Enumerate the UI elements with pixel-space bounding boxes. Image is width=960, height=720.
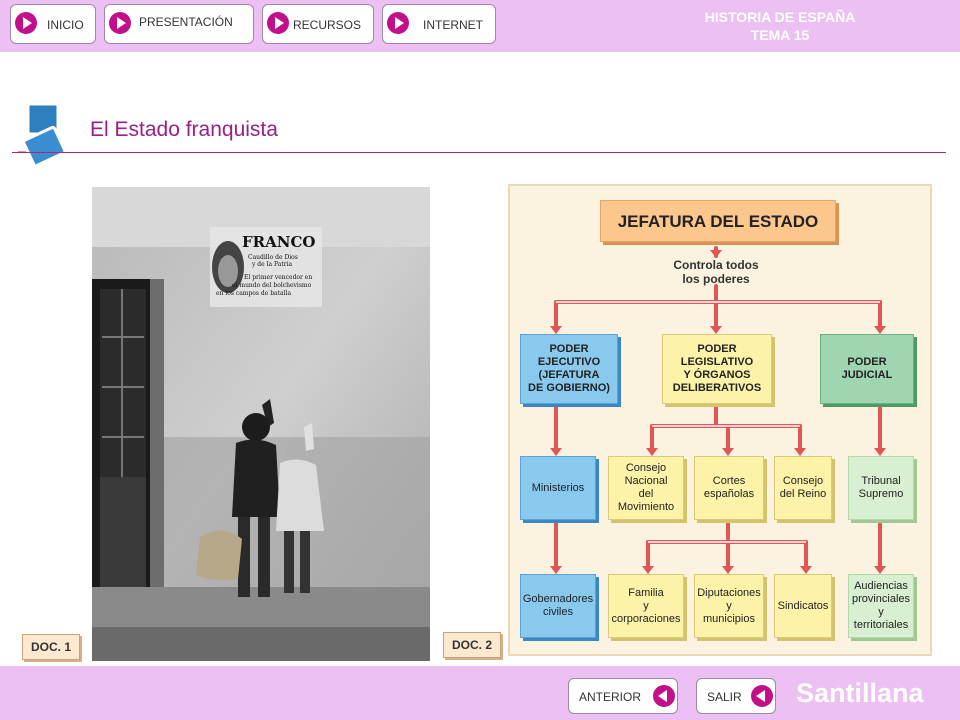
play-arrow-icon <box>109 12 131 34</box>
poster-text-line: en los campos de batalla <box>216 290 291 297</box>
box-label: PODER LEGISLATIVO Y ÓRGANOS DELIBERATIVO… <box>672 343 762 394</box>
prev-label: ANTERIOR <box>579 690 642 704</box>
poster-heading: FRANCO <box>242 233 315 251</box>
nav-button-inicio[interactable]: INICIO <box>10 4 96 44</box>
box-poder-judicial: PODER JUDICIAL <box>820 334 914 404</box>
box-label: Sindicatos <box>777 599 829 612</box>
box-label: Gobernadores civiles <box>522 593 594 618</box>
box-label: PODER JUDICIAL <box>841 356 893 381</box>
nav-button-presentacion[interactable]: PRESENTACIÓN <box>104 4 254 44</box>
box-consejo-reino: Consejo del Reino <box>774 456 832 520</box>
box-cortes: Cortes españolas <box>694 456 764 520</box>
title-divider <box>12 152 946 153</box>
nav-label: PRESENTACIÓN <box>139 15 233 29</box>
nav-label: RECURSOS <box>293 18 362 32</box>
exit-label: SALIR <box>707 690 742 704</box>
nav-label: INTERNET <box>423 18 483 32</box>
box-label: Ministerios <box>531 481 585 494</box>
nav-label: INICIO <box>47 18 84 32</box>
box-label: Consejo del Reino <box>779 475 827 500</box>
box-tribunal-supremo: Tribunal Supremo <box>848 456 914 520</box>
box-consejo-nacional: Consejo Nacional del Movimiento <box>608 456 684 520</box>
box-diputaciones: Diputaciones y municipios <box>694 574 764 638</box>
slide-title-icon <box>18 102 67 168</box>
doc-label-2: DOC. 2 <box>443 632 502 658</box>
publisher-logo: Santillana <box>796 678 924 708</box>
state-structure-diagram[interactable]: JEFATURA DEL ESTADO Controla todos los p… <box>508 184 932 656</box>
exit-button[interactable]: SALIR <box>696 678 776 714</box>
box-label: Tribunal Supremo <box>858 475 904 500</box>
box-label: PODER EJECUTIVO (JEFATURA DE GOBIERNO) <box>528 343 610 394</box>
box-label: Familia y corporaciones <box>611 586 681 625</box>
historical-photo[interactable]: FRANCO Caudillo de Dios y de la Patria E… <box>92 187 430 661</box>
slide: INICIO PRESENTACIÓN RECURSOS INTERNET HI… <box>0 0 960 720</box>
nav-button-recursos[interactable]: RECURSOS <box>262 4 374 44</box>
prev-button[interactable]: ANTERIOR <box>568 678 678 714</box>
box-sindicatos: Sindicatos <box>774 574 832 638</box>
play-arrow-icon <box>267 12 289 34</box>
course-unit: TEMA 15 <box>750 27 810 43</box>
box-label: Audiencias provinciales y territoriales <box>851 580 911 631</box>
back-arrow-icon <box>653 685 675 707</box>
play-arrow-icon <box>387 12 409 34</box>
box-label: Diputaciones y municipios <box>697 586 761 625</box>
box-poder-ejecutivo: PODER EJECUTIVO (JEFATURA DE GOBIERNO) <box>520 334 618 404</box>
play-arrow-icon <box>15 12 37 34</box>
top-nav-bar: INICIO PRESENTACIÓN RECURSOS INTERNET HI… <box>0 0 960 52</box>
box-label: Consejo Nacional del Movimiento <box>617 462 675 513</box>
box-label: Cortes españolas <box>703 475 755 500</box>
box-ministerios: Ministerios <box>520 456 596 520</box>
nav-button-internet[interactable]: INTERNET <box>382 4 496 44</box>
box-label: JEFATURA DEL ESTADO <box>617 211 819 231</box>
box-jefatura-estado: JEFATURA DEL ESTADO <box>600 200 836 242</box>
poster-text-line: El primer vencedor en <box>244 274 312 281</box>
poster-subheading-line: Caudillo de Dios <box>248 254 298 261</box>
poster-subheading: Caudillo de Dios y de la Patria <box>248 254 300 268</box>
poster-text-line: el mundo del bolchevismo <box>232 282 312 289</box>
box-audiencias: Audiencias provinciales y territoriales <box>848 574 914 638</box>
box-gobernadores: Gobernadores civiles <box>520 574 596 638</box>
note-controla: Controla todos los poderes <box>673 258 759 286</box>
back-arrow-icon <box>751 685 773 707</box>
doc-label-1: DOC. 1 <box>22 634 81 660</box>
course-subject: HISTORIA DE ESPAÑA <box>704 9 856 25</box>
page-title: El Estado franquista <box>90 118 278 141</box>
box-poder-legislativo: PODER LEGISLATIVO Y ÓRGANOS DELIBERATIVO… <box>662 334 772 404</box>
course-title: HISTORIA DE ESPAÑA TEMA 15 <box>680 8 880 44</box>
box-familia: Familia y corporaciones <box>608 574 684 638</box>
poster-subheading-line: y de la Patria <box>251 261 293 268</box>
